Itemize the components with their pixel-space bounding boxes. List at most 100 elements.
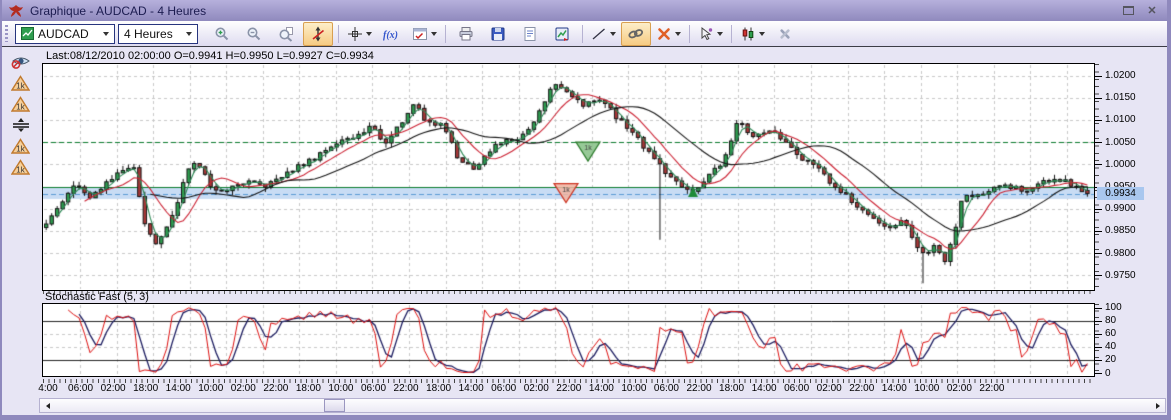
time-axis-label: 4:00 [30, 383, 66, 394]
horizontal-scrollbar[interactable] [39, 398, 1166, 413]
toolbar-separator [689, 25, 690, 43]
alarm-1k-icon[interactable]: 1k [9, 157, 33, 176]
zoom-page-icon [278, 26, 294, 42]
hide-alerts-icon[interactable] [9, 52, 33, 71]
time-axis-label: 06:00 [356, 383, 392, 394]
settings-tools-button[interactable] [770, 22, 800, 46]
time-axis-label: 22:00 [974, 383, 1010, 394]
stoch-axis-tick [1095, 373, 1102, 374]
alarm-1k-icon[interactable]: 1k [9, 136, 33, 155]
time-axis-label: 02:00 [95, 383, 131, 394]
arrow-left-icon [46, 403, 50, 409]
stoch-axis-tick [1095, 308, 1102, 309]
price-axis-label: 1.0050 [1105, 137, 1153, 148]
time-axis-label: 06:00 [779, 383, 815, 394]
stoch-axis-minor-ticks [1095, 304, 1099, 375]
svg-text:1k: 1k [16, 81, 25, 90]
link-tool-button[interactable] [621, 22, 651, 46]
price-axis-tick [1095, 76, 1102, 77]
symbol-combo[interactable]: AUDCAD [15, 24, 115, 44]
price-axis-tick [1095, 209, 1102, 210]
time-axis-label: 18:00 [714, 383, 750, 394]
arrow-right-icon [1156, 403, 1160, 409]
stoch-axis-tick [1095, 360, 1102, 361]
zoom-page-button[interactable] [271, 22, 301, 46]
chevron-down-icon [717, 32, 723, 36]
function-button[interactable]: f(x) [377, 22, 407, 46]
maximize-icon [1123, 6, 1134, 15]
time-axis-label: 18:00 [128, 383, 164, 394]
zoom-out-button[interactable] [239, 22, 269, 46]
chevron-down-icon [103, 32, 109, 36]
main-chart-canvas[interactable] [43, 64, 1094, 290]
delete-tool-button[interactable] [653, 22, 684, 46]
save-chart-button[interactable] [547, 22, 577, 46]
candlestick-tool-button[interactable] [737, 22, 768, 46]
alarm-1k-icon[interactable]: 1k [9, 73, 33, 92]
timeframe-combo-value: 4 Heures [124, 27, 182, 41]
pointer-tool-button[interactable] [695, 22, 726, 46]
indicator-title: Stochastic Fast (5, 3) [45, 291, 149, 303]
price-axis-tick [1095, 231, 1102, 232]
toolbar-separator [338, 25, 339, 43]
stoch-axis-label: 80 [1105, 315, 1135, 326]
toolbar: AUDCAD 4 Heures f(x) [2, 21, 1167, 47]
toolbar-separator [445, 25, 446, 43]
time-axis-label: 10:00 [616, 383, 652, 394]
close-icon: ✕ [1147, 4, 1156, 17]
stoch-axis-label: 0 [1105, 368, 1135, 379]
fit-vertical-scale-button[interactable] [303, 22, 333, 46]
line-tool-button[interactable] [588, 22, 619, 46]
scrollbar-thumb[interactable] [324, 399, 345, 412]
print-icon [458, 26, 474, 42]
chevron-down-icon [759, 32, 765, 36]
time-axis-label: 02:00 [941, 383, 977, 394]
chart-window: Graphique - AUDCAD - 4 Heures ✕ AUDCAD 4… [0, 0, 1171, 420]
price-axis-tick [1095, 142, 1102, 143]
zoom-in-button[interactable] [207, 22, 237, 46]
indicator-window-button[interactable] [409, 22, 440, 46]
toolbar-grip[interactable] [5, 25, 8, 42]
time-axis-label: 18:00 [421, 383, 457, 394]
stoch-axis-tick [1095, 321, 1102, 322]
tools-icon [777, 26, 793, 42]
crosshair-button[interactable] [344, 22, 375, 46]
close-button[interactable]: ✕ [1143, 4, 1161, 18]
price-levels-icon[interactable] [9, 115, 33, 134]
scroll-right-button[interactable] [1150, 399, 1165, 412]
chevron-down-icon [675, 32, 681, 36]
stoch-axis-label: 60 [1105, 328, 1135, 339]
time-axis-label: 06:00 [648, 383, 684, 394]
candlestick-icon [740, 26, 756, 42]
indicator-window-icon [412, 26, 428, 42]
zoom-in-icon [214, 26, 230, 42]
price-axis-label: 1.0200 [1105, 70, 1153, 81]
delete-x-icon [656, 26, 672, 42]
timeframe-combo[interactable]: 4 Heures [118, 24, 198, 44]
time-axis-label: 18:00 [290, 383, 326, 394]
toolbar-separator [731, 25, 732, 43]
price-axis-label: 1.0100 [1105, 114, 1153, 125]
time-axis-label: 22:00 [258, 383, 294, 394]
stoch-axis-label: 20 [1105, 354, 1135, 365]
stochastic-canvas[interactable] [43, 304, 1094, 376]
chevron-down-icon [431, 32, 437, 36]
price-axis-label: 1.0000 [1105, 159, 1153, 170]
price-axis-label: 0.9850 [1105, 225, 1153, 236]
svg-text:f(x): f(x) [383, 30, 398, 41]
print-button[interactable] [451, 22, 481, 46]
line-icon [591, 26, 607, 42]
time-axis-label: 14:00 [583, 383, 619, 394]
save-chart-icon [554, 26, 570, 42]
export-document-button[interactable] [515, 22, 545, 46]
time-axis-label: 22:00 [551, 383, 587, 394]
svg-text:1k: 1k [16, 144, 25, 153]
maximize-button[interactable] [1119, 4, 1137, 18]
alarm-1k-icon[interactable]: 1k [9, 94, 33, 113]
time-axis-label: 02:00 [225, 383, 261, 394]
save-button[interactable] [483, 22, 513, 46]
titlebar[interactable]: Graphique - AUDCAD - 4 Heures ✕ [2, 0, 1167, 21]
price-axis-tick [1095, 164, 1102, 165]
scroll-left-button[interactable] [40, 399, 55, 412]
app-icon [8, 3, 24, 18]
